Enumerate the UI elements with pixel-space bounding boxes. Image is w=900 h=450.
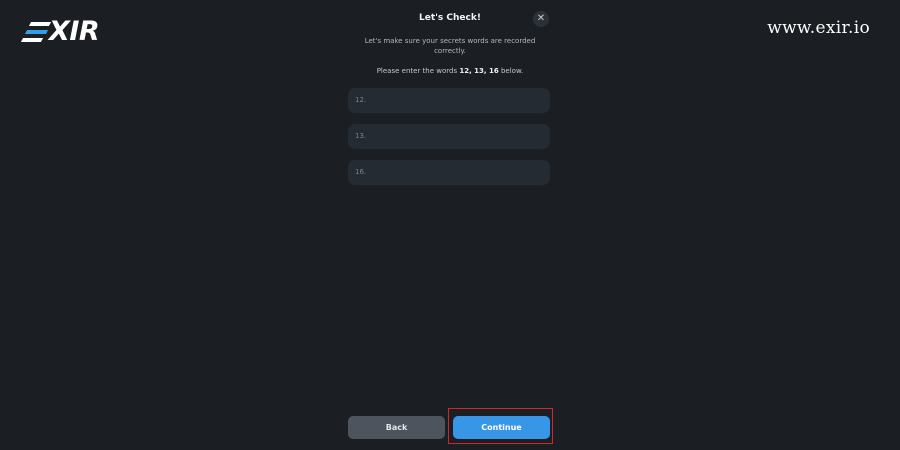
dialog-instruction: Please enter the words 12, 13, 16 below. bbox=[346, 67, 554, 75]
word-16-field[interactable]: 16. bbox=[348, 160, 550, 185]
word-13-input[interactable] bbox=[370, 128, 546, 145]
word-16-number: 16. bbox=[355, 168, 367, 176]
word-12-input[interactable] bbox=[370, 92, 546, 109]
close-icon[interactable]: ✕ bbox=[533, 11, 549, 27]
word-12-field[interactable]: 12. bbox=[348, 88, 550, 113]
word-12-number: 12. bbox=[355, 96, 367, 104]
logo-stripes-icon bbox=[20, 21, 52, 43]
word-16-input[interactable] bbox=[370, 164, 546, 181]
logo-text: XIR bbox=[49, 16, 100, 47]
instruction-suffix: below. bbox=[498, 67, 524, 75]
instruction-word-numbers: 12, 13, 16 bbox=[459, 67, 499, 75]
word-13-number: 13. bbox=[355, 132, 367, 140]
dialog-subtitle: Let's make sure your secrets words are r… bbox=[364, 37, 536, 55]
verify-words-dialog: Let's Check! ✕ Let's make sure your secr… bbox=[346, 0, 554, 450]
instruction-prefix: Please enter the words bbox=[376, 67, 460, 75]
word-13-field[interactable]: 13. bbox=[348, 124, 550, 149]
back-button[interactable]: Back bbox=[348, 416, 445, 439]
site-url: www.exir.io bbox=[767, 18, 870, 38]
dialog-title: Let's Check! bbox=[419, 13, 481, 23]
continue-button[interactable]: Continue bbox=[453, 416, 550, 439]
exir-logo: XIR bbox=[20, 16, 100, 47]
